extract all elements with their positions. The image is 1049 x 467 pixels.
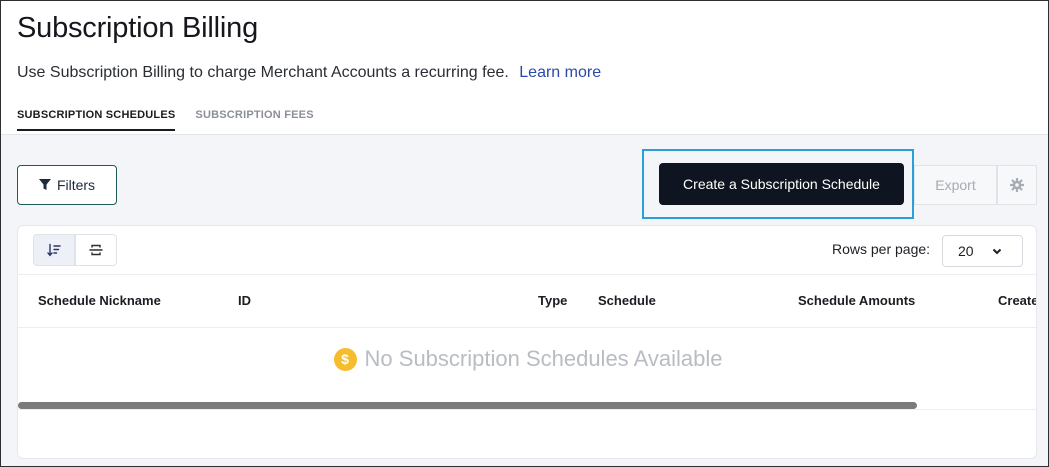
sort-icon xyxy=(47,243,61,257)
filters-button[interactable]: Filters xyxy=(17,165,117,205)
table-footer-divider xyxy=(18,409,1036,410)
settings-button[interactable] xyxy=(997,165,1037,205)
tab-subscription-fees[interactable]: SUBSCRIPTION FEES xyxy=(195,109,313,131)
empty-state: $ No Subscription Schedules Available xyxy=(18,346,1036,372)
description-text: Use Subscription Billing to charge Merch… xyxy=(17,64,509,81)
column-header[interactable]: Schedule Nickname xyxy=(38,293,161,308)
column-header[interactable]: Create xyxy=(998,293,1036,308)
page-description: Use Subscription Billing to charge Merch… xyxy=(17,64,601,82)
tab-subscription-schedules[interactable]: SUBSCRIPTION SCHEDULES xyxy=(17,109,176,131)
column-header[interactable]: Schedule Amounts xyxy=(798,293,915,308)
tab-bar: SUBSCRIPTION SCHEDULES SUBSCRIPTION FEES xyxy=(17,109,314,131)
column-header[interactable]: ID xyxy=(238,293,251,308)
create-subscription-schedule-button[interactable]: Create a Subscription Schedule xyxy=(659,163,904,205)
gear-icon xyxy=(1010,178,1024,192)
filter-icon xyxy=(38,179,51,190)
filters-label: Filters xyxy=(56,177,96,193)
rows-per-page-label: Rows per page: xyxy=(832,241,931,257)
page-header: Subscription Billing Use Subscription Bi… xyxy=(0,0,1049,135)
rows-per-page-value: 20 xyxy=(958,243,974,259)
chevron-down-icon xyxy=(992,248,1001,254)
learn-more-link[interactable]: Learn more xyxy=(519,64,601,81)
column-header[interactable]: Type xyxy=(538,293,567,308)
page-title: Subscription Billing xyxy=(17,12,259,44)
column-header[interactable]: Schedule xyxy=(598,293,656,308)
sort-button[interactable] xyxy=(33,234,75,266)
horizontal-scrollbar[interactable] xyxy=(18,402,917,409)
table-header: Schedule Nickname ID Type Schedule Sched… xyxy=(18,274,1036,328)
dollar-coin-icon: $ xyxy=(333,347,357,371)
schedules-table-card: Rows per page: 20 Schedule Nickname ID T… xyxy=(17,225,1037,459)
empty-state-message: No Subscription Schedules Available xyxy=(364,346,723,371)
collapse-icon xyxy=(89,244,103,256)
rows-per-page-select[interactable]: 20 xyxy=(942,235,1023,267)
export-button[interactable]: Export xyxy=(914,165,997,205)
collapse-rows-button[interactable] xyxy=(75,234,117,266)
